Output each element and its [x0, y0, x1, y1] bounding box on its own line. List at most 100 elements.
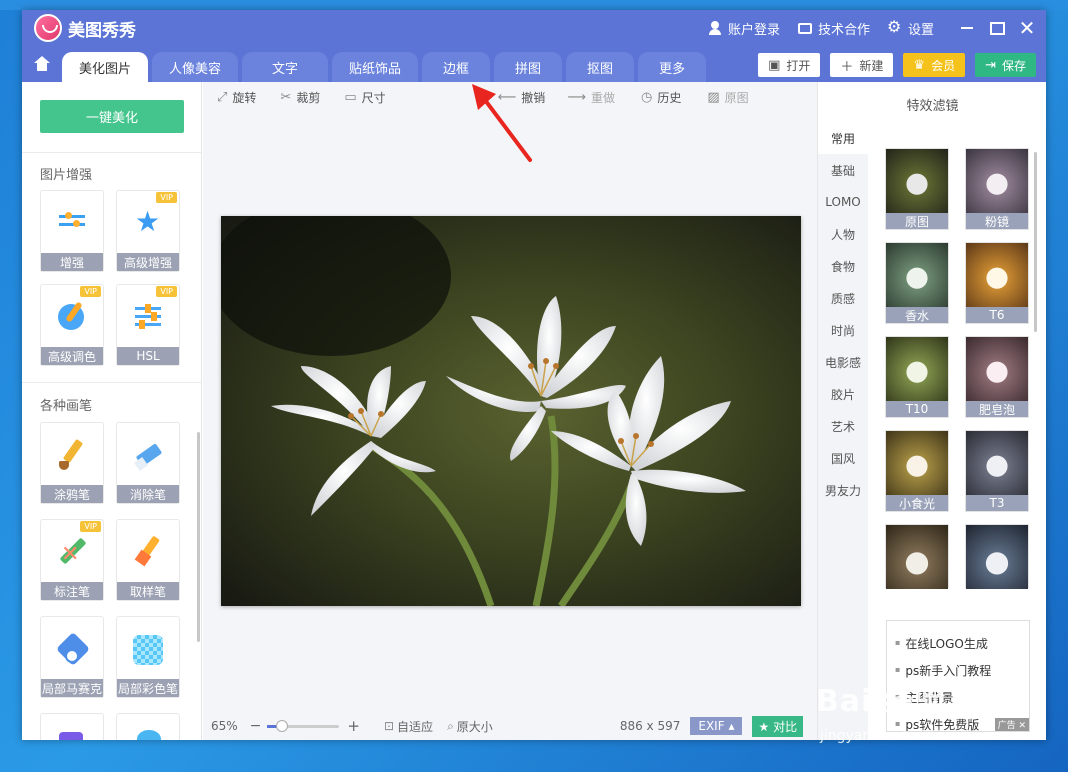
one-click-beautify-button[interactable]: 一键美化 [40, 100, 184, 133]
filter-category[interactable]: LOMO [818, 186, 868, 218]
fit-button[interactable]: ⊡ 自适应 [384, 718, 433, 735]
settings-link[interactable]: 设置 [887, 17, 934, 38]
filter-label: T3 [966, 495, 1028, 511]
filter-category[interactable]: 胶片 [818, 378, 868, 410]
tool-enhance[interactable]: 增强 [40, 190, 104, 272]
filter-category[interactable]: 电影感 [818, 346, 868, 378]
tool-more-1[interactable] [40, 713, 104, 740]
exif-button[interactable]: EXIF ▴ [690, 717, 743, 735]
filter-item[interactable]: T6 [965, 242, 1029, 324]
zoom-out-button[interactable]: − [250, 718, 262, 734]
filter-thumbnail [886, 243, 948, 307]
filter-panel-scrollbar[interactable] [1034, 152, 1037, 332]
account-login-link[interactable]: 账户登录 [708, 19, 780, 38]
tool-advanced-enhance[interactable]: VIP 高级增强 [116, 190, 180, 272]
purple-tool-icon [59, 732, 83, 740]
filter-item[interactable]: 肥皂泡 [965, 336, 1029, 418]
filter-thumbnail [886, 525, 948, 589]
filter-thumbnail [966, 243, 1028, 307]
actual-size-button[interactable]: ⌕ 原大小 [447, 718, 493, 735]
exif-label: EXIF [698, 719, 725, 733]
filter-thumbnail [966, 431, 1028, 495]
minimize-button[interactable] [952, 13, 982, 43]
tool-doodle-brush[interactable]: 涂鸦笔 [40, 422, 104, 504]
tool-local-mosaic[interactable]: 局部马赛克 [40, 616, 104, 698]
edited-photo[interactable] [221, 216, 801, 606]
vip-button[interactable]: ♛ 会员 [903, 53, 966, 77]
maximize-button[interactable] [982, 13, 1012, 43]
zoom-in-button[interactable]: + [347, 717, 360, 735]
zoom-slider-knob[interactable] [275, 719, 288, 732]
open-button[interactable]: ▣ 打开 [758, 53, 821, 77]
crown-icon: ♛ [913, 57, 926, 73]
left-panel-scrollbar[interactable] [197, 432, 200, 642]
filter-label: 肥皂泡 [966, 401, 1028, 417]
monitor-icon [797, 22, 812, 34]
compare-button[interactable]: ★ 对比 [752, 715, 804, 737]
tab-more[interactable]: 更多 [638, 52, 706, 82]
filter-item[interactable] [965, 524, 1029, 589]
magnifier-icon: ⌕ [447, 718, 454, 733]
rotate-button[interactable]: ⤢ 旋转 [217, 89, 256, 106]
tab-stickers[interactable]: 贴纸饰品 [332, 52, 418, 82]
size-button[interactable]: ▭ 尺寸 [344, 89, 385, 106]
filter-category[interactable]: 艺术 [818, 410, 868, 442]
watermark-url: jingyan.baidu.com [820, 728, 950, 744]
home-button[interactable] [22, 50, 62, 82]
actual-size-label: 原大小 [456, 719, 493, 734]
tab-collage[interactable]: 拼图 [494, 52, 562, 82]
filter-item[interactable] [885, 524, 949, 589]
tool-local-color[interactable]: 局部彩色笔 [116, 616, 180, 698]
filter-thumbnail [886, 337, 948, 401]
top-actions: 账户登录 技术合作 设置 ✕ [708, 10, 1046, 46]
tool-marker-pen[interactable]: VIP 标注笔 [40, 519, 104, 601]
filter-label: T10 [886, 401, 948, 417]
original-button[interactable]: ▨ 原图 [707, 89, 748, 106]
filter-category[interactable]: 男友力 [818, 474, 868, 506]
desktop-background [0, 0, 1068, 10]
filter-label: 香水 [886, 307, 948, 323]
redo-button[interactable]: ⟶ 重做 [567, 89, 615, 106]
filter-category[interactable]: 基础 [818, 154, 868, 186]
tool-more-2[interactable] [116, 713, 180, 740]
tool-hsl[interactable]: VIP HSL [116, 284, 180, 366]
filter-category[interactable]: 质感 [818, 282, 868, 314]
tab-text[interactable]: 文字 [242, 52, 328, 82]
filter-category[interactable]: 常用 [818, 122, 868, 154]
filter-category[interactable]: 人物 [818, 218, 868, 250]
filter-item[interactable]: 原图 [885, 148, 949, 230]
close-button[interactable]: ✕ [1012, 13, 1042, 43]
tool-advanced-color[interactable]: VIP 高级调色 [40, 284, 104, 366]
tool-sample-brush[interactable]: 取样笔 [116, 519, 180, 601]
filter-item[interactable]: 小食光 [885, 430, 949, 512]
filter-thumbnail [886, 431, 948, 495]
save-button[interactable]: ⇥ 保存 [975, 53, 1036, 77]
filter-category[interactable]: 食物 [818, 250, 868, 282]
history-button[interactable]: ◷ 历史 [641, 89, 681, 106]
filter-item[interactable]: 粉镜 [965, 148, 1029, 230]
ad-tag[interactable]: 广告 ✕ [994, 718, 1029, 731]
tab-portrait[interactable]: 人像美容 [152, 52, 238, 82]
clock-icon: ◷ [640, 89, 653, 105]
filter-item[interactable]: 香水 [885, 242, 949, 324]
tool-eraser-brush[interactable]: 消除笔 [116, 422, 180, 504]
filter-label: 粉镜 [966, 213, 1028, 229]
section-title-brushes: 各种画笔 [40, 399, 93, 414]
palette-icon [55, 301, 89, 335]
tab-border[interactable]: 边框 [422, 52, 490, 82]
tab-cutout[interactable]: 抠图 [566, 52, 634, 82]
crop-button[interactable]: ✂ 裁剪 [280, 89, 320, 106]
tool-label: 高级调色 [41, 347, 103, 365]
zoom-slider[interactable] [267, 719, 340, 732]
tech-cooperation-link[interactable]: 技术合作 [797, 19, 870, 38]
tab-beautify[interactable]: 美化图片 [62, 52, 148, 82]
filter-category[interactable]: 时尚 [818, 314, 868, 346]
tech-cooperation-label: 技术合作 [817, 22, 870, 38]
new-button[interactable]: ＋ 新建 [830, 53, 894, 77]
sparkle-icon: ★ [758, 719, 770, 734]
filter-category[interactable]: 国风 [818, 442, 868, 474]
ad-link[interactable]: 在线LOGO生成 [895, 635, 1029, 662]
filter-item[interactable]: T3 [965, 430, 1029, 512]
filter-item[interactable]: T10 [885, 336, 949, 418]
caret-up-icon: ▴ [728, 719, 735, 733]
